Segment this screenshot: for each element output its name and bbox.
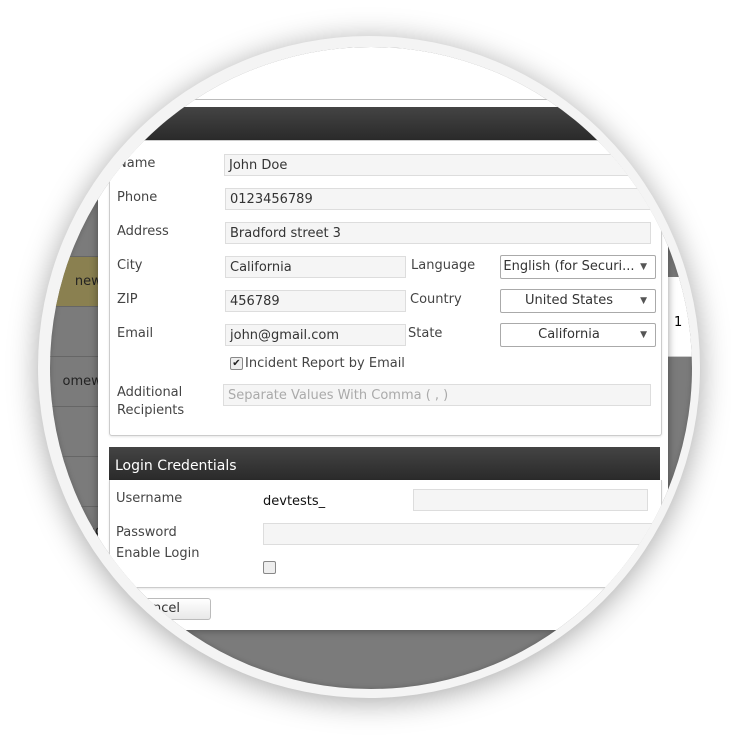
edit-contact-modal: Name John Doe Phone 0123456789 Address B… xyxy=(98,47,668,630)
language-value: English (for Securi... xyxy=(503,259,635,274)
state-label: State xyxy=(408,326,443,341)
chevron-down-icon: ▼ xyxy=(640,296,647,306)
recipients-label-line2: Recipients xyxy=(117,403,185,418)
username-prefix: devtests_ xyxy=(263,494,326,509)
phone-label: Phone xyxy=(117,190,158,205)
incident-report-label: Incident Report by Email xyxy=(245,356,405,371)
enable-login-label: Enable Login xyxy=(116,546,200,561)
country-value: United States xyxy=(524,293,614,308)
login-panel: Username devtests_ Password Enable Login xyxy=(109,480,663,588)
zip-label: ZIP xyxy=(117,292,138,307)
login-credentials-header: Login Credentials xyxy=(109,447,660,480)
phone-input[interactable]: 0123456789 xyxy=(225,188,665,210)
zip-input[interactable]: 456789 xyxy=(225,290,406,312)
email-input[interactable]: john@gmail.com xyxy=(225,324,406,346)
incident-report-checkbox[interactable]: ✔ xyxy=(230,357,243,370)
name-input[interactable]: John Doe xyxy=(224,154,664,176)
email-label: Email xyxy=(117,326,154,341)
state-value: California xyxy=(538,327,600,342)
language-select[interactable]: English (for Securi... ▼ xyxy=(500,255,656,279)
state-select[interactable]: California ▼ xyxy=(500,323,656,347)
contact-panel: Name John Doe Phone 0123456789 Address B… xyxy=(109,140,665,436)
country-label: Country xyxy=(410,292,462,307)
city-input[interactable]: California xyxy=(225,256,406,278)
name-label: Name xyxy=(117,156,156,171)
recipients-label-line1: Additional xyxy=(117,385,183,400)
magnified-view: s newh omewh ece ne 1 Name John Doe Phon… xyxy=(50,47,692,689)
country-select[interactable]: United States ▼ xyxy=(500,289,656,313)
password-input[interactable] xyxy=(263,523,663,545)
divider xyxy=(98,99,668,100)
address-label: Address xyxy=(117,224,169,239)
recipients-input[interactable]: Separate Values With Comma ( , ) xyxy=(223,384,651,406)
language-label: Language xyxy=(411,258,476,273)
username-label: Username xyxy=(116,491,183,506)
address-input[interactable]: Bradford street 3 xyxy=(225,222,651,244)
city-label: City xyxy=(117,258,143,273)
chevron-down-icon: ▼ xyxy=(640,330,647,340)
modal-header-bar xyxy=(98,107,668,140)
cancel-button[interactable]: Cancel xyxy=(130,598,211,620)
username-input[interactable] xyxy=(413,489,648,511)
background-cell: 1 xyxy=(668,277,692,357)
enable-login-checkbox[interactable] xyxy=(263,561,276,574)
password-label: Password xyxy=(116,525,177,540)
chevron-down-icon: ▼ xyxy=(640,262,647,272)
